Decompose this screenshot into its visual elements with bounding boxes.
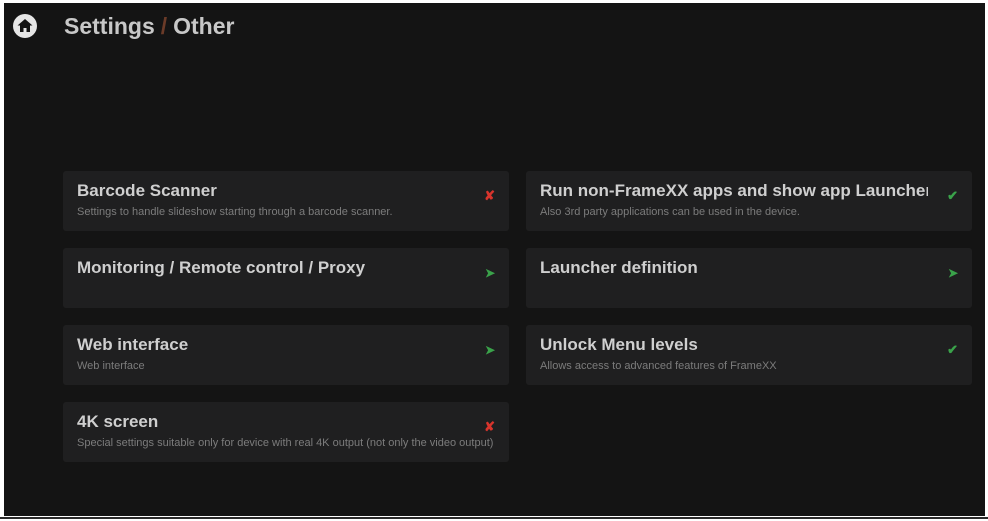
- settings-screen: Settings / Other Barcode Scanner Settings …: [4, 3, 985, 516]
- breadcrumb-current: Other: [173, 13, 235, 39]
- disabled-x-icon: ✘: [484, 419, 495, 434]
- setting-4k-screen[interactable]: 4K screen Special settings suitable only…: [63, 402, 509, 462]
- home-button[interactable]: [12, 13, 38, 39]
- setting-title: Run non-FrameXX apps and show app Launch…: [540, 181, 928, 200]
- setting-description: Special settings suitable only for devic…: [77, 437, 494, 449]
- disabled-x-icon: ✘: [484, 188, 495, 203]
- setting-monitoring-remote-control-proxy[interactable]: Monitoring / Remote control / Proxy ➤: [63, 248, 509, 308]
- enabled-check-icon: ✔: [947, 188, 958, 203]
- setting-description: Also 3rd party applications can be used …: [540, 206, 800, 218]
- setting-description: Allows access to advanced features of Fr…: [540, 360, 777, 372]
- submenu-arrow-icon: ➤: [947, 266, 958, 280]
- setting-title: Barcode Scanner: [77, 181, 217, 200]
- breadcrumb: Settings / Other: [64, 13, 234, 40]
- setting-description: Web interface: [77, 360, 145, 372]
- setting-title: Launcher definition: [540, 258, 698, 277]
- submenu-arrow-icon: ➤: [484, 266, 495, 280]
- setting-web-interface[interactable]: Web interface Web interface ➤: [63, 325, 509, 385]
- home-icon: [13, 14, 37, 38]
- setting-unlock-menu-levels[interactable]: Unlock Menu levels Allows access to adva…: [526, 325, 972, 385]
- submenu-arrow-icon: ➤: [484, 343, 495, 357]
- bottom-border: [0, 517, 988, 519]
- setting-title: 4K screen: [77, 412, 159, 431]
- setting-run-non-framexx-apps[interactable]: Run non-FrameXX apps and show app Launch…: [526, 171, 972, 231]
- setting-description: Settings to handle slideshow starting th…: [77, 206, 393, 218]
- setting-title: Unlock Menu levels: [540, 335, 698, 354]
- setting-title: Monitoring / Remote control / Proxy: [77, 258, 366, 277]
- breadcrumb-root[interactable]: Settings: [64, 13, 155, 39]
- setting-barcode-scanner[interactable]: Barcode Scanner Settings to handle slide…: [63, 171, 509, 231]
- setting-launcher-definition[interactable]: Launcher definition ➤: [526, 248, 972, 308]
- breadcrumb-separator: /: [160, 13, 168, 39]
- enabled-check-icon: ✔: [947, 342, 958, 357]
- setting-title: Web interface: [77, 335, 189, 354]
